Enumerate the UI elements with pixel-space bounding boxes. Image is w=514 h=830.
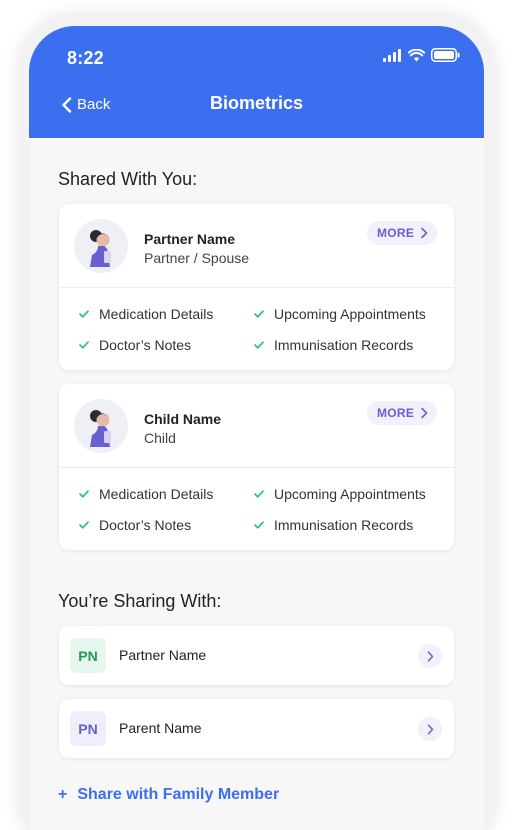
- person-illustration: [90, 230, 111, 267]
- permission-item: Immunisation Records: [254, 337, 413, 353]
- sharing-with-heading: You’re Sharing With:: [58, 591, 222, 611]
- shared-card-header: Partner Name Partner / Spouse MORE: [59, 204, 454, 288]
- permissions-grid: Medication Details Upcoming Appointments…: [59, 468, 454, 550]
- permission-item: Upcoming Appointments: [254, 486, 426, 502]
- permission-item: Immunisation Records: [254, 517, 413, 533]
- person-name: Partner Name: [144, 231, 236, 247]
- initials-badge: PN: [70, 638, 106, 673]
- share-person-name: Parent Name: [119, 720, 202, 736]
- avatar: [74, 219, 128, 273]
- check-icon: [254, 310, 264, 318]
- person-illustration: [90, 410, 111, 447]
- more-button[interactable]: MORE: [367, 401, 437, 425]
- status-time: 8:22: [67, 48, 104, 68]
- status-icons: [383, 48, 460, 62]
- person-name: Child Name: [144, 411, 222, 427]
- permission-item: Doctor’s Notes: [79, 517, 191, 533]
- share-person-name: Partner Name: [119, 647, 207, 663]
- more-button[interactable]: MORE: [367, 221, 437, 245]
- permission-item: Medication Details: [79, 306, 213, 322]
- more-label: MORE: [377, 226, 415, 240]
- app-header: 8:22 Back Biometrics: [29, 26, 484, 138]
- check-icon: [79, 490, 89, 498]
- check-icon: [79, 521, 89, 529]
- check-icon: [254, 490, 264, 498]
- permissions-grid: Medication Details Upcoming Appointments…: [59, 288, 454, 370]
- chevron-right-icon: [427, 723, 433, 735]
- plus-icon: +: [58, 786, 68, 803]
- share-with-family-label: Share with Family Member: [77, 786, 280, 803]
- permission-item: Medication Details: [79, 486, 213, 502]
- row-chevron-button[interactable]: [418, 644, 442, 668]
- check-icon: [79, 341, 89, 349]
- permission-item: Doctor’s Notes: [79, 337, 191, 353]
- chevron-right-icon: [421, 227, 428, 239]
- check-icon: [254, 521, 264, 529]
- page-title: Biometrics: [209, 93, 304, 113]
- shared-with-you-heading: Shared With You:: [58, 169, 198, 189]
- phone-screen: 8:22 Back Biometrics Shared With You: Pa…: [29, 26, 484, 830]
- shared-card-header: Child Name Child MORE: [59, 384, 454, 468]
- shared-card-partner: Partner Name Partner / Spouse MORE Medic…: [59, 204, 454, 370]
- more-label: MORE: [377, 406, 415, 420]
- avatar: [74, 399, 128, 453]
- row-chevron-button[interactable]: [418, 717, 442, 741]
- check-icon: [79, 310, 89, 318]
- permission-item: Upcoming Appointments: [254, 306, 426, 322]
- person-relation: Partner / Spouse: [144, 250, 250, 266]
- share-with-family-button[interactable]: + Share with Family Member: [58, 786, 279, 804]
- battery-icon: [431, 48, 460, 62]
- signal-icon: [383, 48, 401, 62]
- sharing-row-parent[interactable]: PN Parent Name: [59, 699, 454, 758]
- initials-badge: PN: [70, 711, 106, 746]
- check-icon: [254, 341, 264, 349]
- sharing-row-partner[interactable]: PN Partner Name: [59, 626, 454, 685]
- person-relation: Child: [144, 430, 176, 446]
- chevron-right-icon: [427, 650, 433, 662]
- shared-card-child: Child Name Child MORE Medication Details…: [59, 384, 454, 550]
- chevron-right-icon: [421, 407, 428, 419]
- wifi-icon: [408, 48, 425, 61]
